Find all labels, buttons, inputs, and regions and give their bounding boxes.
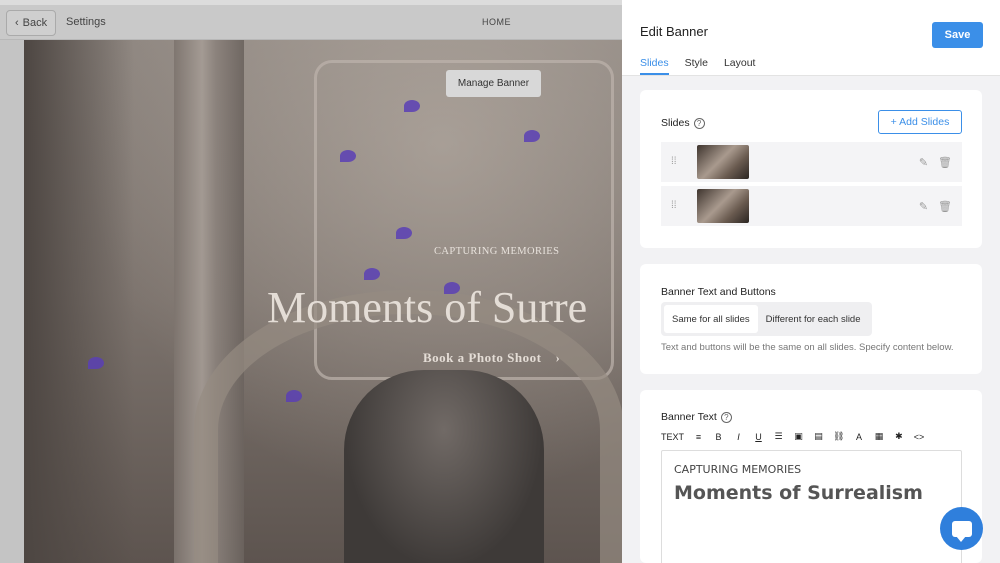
font-color-icon[interactable]: A (853, 432, 864, 442)
editor-header: Edit Banner Save Slides Style Layout (622, 0, 1000, 76)
help-icon[interactable]: ? (693, 117, 705, 129)
slide-thumbnail (697, 145, 749, 179)
preview-shadow (24, 40, 134, 563)
editor-subtitle: CAPTURING MEMORIES (674, 463, 802, 476)
tab-style[interactable]: Style (685, 57, 708, 75)
petal (404, 100, 420, 112)
chevron-left-icon: ‹ (15, 17, 19, 29)
petal (340, 150, 356, 162)
text-mode-toggle: Same for all slides Different for each s… (661, 302, 872, 336)
slide-actions: ✎ 🗑 (919, 200, 952, 213)
align-icon[interactable]: ≡ (693, 432, 704, 442)
edit-banner-panel: Edit Banner Save Slides Style Layout Sli… (622, 0, 1000, 563)
text-toolbar: TEXT ≡ B I U ☰ ▣ ▤ ⛓ A ▦ ✱ <> (661, 431, 924, 442)
text-style-dropdown[interactable]: TEXT (661, 432, 684, 442)
slide-actions: ✎ 🗑 (919, 156, 952, 169)
italic-icon[interactable]: I (733, 432, 744, 442)
banner-text-buttons-label: Banner Text and Buttons (661, 286, 776, 298)
back-button[interactable]: ‹ Back (6, 10, 57, 36)
banner-title: Moments of Surre (267, 283, 588, 332)
editor-title-text: Moments of Surrealism (674, 482, 923, 504)
chat-button[interactable] (940, 507, 983, 550)
editor-title: Edit Banner (640, 24, 708, 39)
underline-icon[interactable]: U (753, 432, 764, 442)
pencil-icon[interactable]: ✎ (919, 200, 928, 213)
drag-handle-icon[interactable]: ⁞⁞ (671, 157, 685, 167)
option-different-for-each-slide[interactable]: Different for each slide (758, 305, 869, 333)
preview-topbar: ‹ Back Settings HOME (0, 0, 622, 40)
tab-slides[interactable]: Slides (640, 57, 669, 75)
slides-card: Slides ? + Add Slides ⁞⁞ ✎ 🗑 ⁞⁞ ✎ 🗑 (640, 90, 982, 248)
pencil-icon[interactable]: ✎ (919, 156, 928, 169)
trash-icon[interactable]: 🗑 (938, 200, 952, 213)
manage-banner-button[interactable]: Manage Banner (446, 70, 541, 97)
slide-thumbnail (697, 189, 749, 223)
link-icon[interactable]: ⛓ (833, 431, 844, 442)
banner-text-editor[interactable]: CAPTURING MEMORIES Moments of Surrealism (661, 450, 962, 563)
table-icon[interactable]: ▤ (813, 431, 824, 442)
image-icon[interactable]: ▣ (793, 431, 804, 442)
slides-label-text: Slides (661, 117, 690, 129)
petal (286, 390, 302, 402)
list-icon[interactable]: ☰ (773, 431, 784, 442)
petal (88, 357, 104, 369)
slide-row[interactable]: ⁞⁞ ✎ 🗑 (661, 186, 962, 226)
text-mode-helper: Text and buttons will be the same on all… (661, 342, 954, 353)
banner-cta-button[interactable]: Book a Photo Shoot › (423, 350, 560, 366)
drag-handle-icon[interactable]: ⁞⁞ (671, 201, 685, 211)
browser-strip (0, 0, 622, 5)
special-character-icon[interactable]: ✱ (893, 431, 904, 442)
tab-layout[interactable]: Layout (724, 57, 756, 75)
preview-figure (344, 370, 544, 563)
editor-tabs: Slides Style Layout (640, 57, 755, 75)
slides-label: Slides ? (661, 117, 705, 129)
bold-icon[interactable]: B (713, 432, 724, 442)
add-slides-button[interactable]: + Add Slides (878, 110, 962, 134)
chevron-right-icon: › (555, 350, 561, 365)
trash-icon[interactable]: 🗑 (938, 156, 952, 169)
banner-text-label-text: Banner Text (661, 411, 717, 423)
help-icon[interactable]: ? (720, 411, 732, 423)
cta-label: Book a Photo Shoot (423, 350, 542, 365)
save-button[interactable]: Save (932, 22, 983, 48)
slide-row[interactable]: ⁞⁞ ✎ 🗑 (661, 142, 962, 182)
code-view-icon[interactable]: <> (913, 432, 925, 442)
chat-icon (951, 520, 972, 542)
option-same-for-all-slides[interactable]: Same for all slides (664, 305, 758, 333)
embed-icon[interactable]: ▦ (873, 431, 884, 442)
banner-subtitle: CAPTURING MEMORIES (434, 246, 560, 257)
petal (396, 227, 412, 239)
page-label: HOME (482, 17, 511, 27)
banner-text-label: Banner Text ? (661, 411, 732, 423)
settings-link[interactable]: Settings (66, 16, 106, 28)
petal (524, 130, 540, 142)
banner-text-card: Banner Text ? TEXT ≡ B I U ☰ ▣ ▤ ⛓ A ▦ ✱… (640, 390, 982, 563)
banner-text-buttons-card: Banner Text and Buttons Same for all sli… (640, 264, 982, 374)
petal (364, 268, 380, 280)
back-label: Back (22, 17, 48, 29)
